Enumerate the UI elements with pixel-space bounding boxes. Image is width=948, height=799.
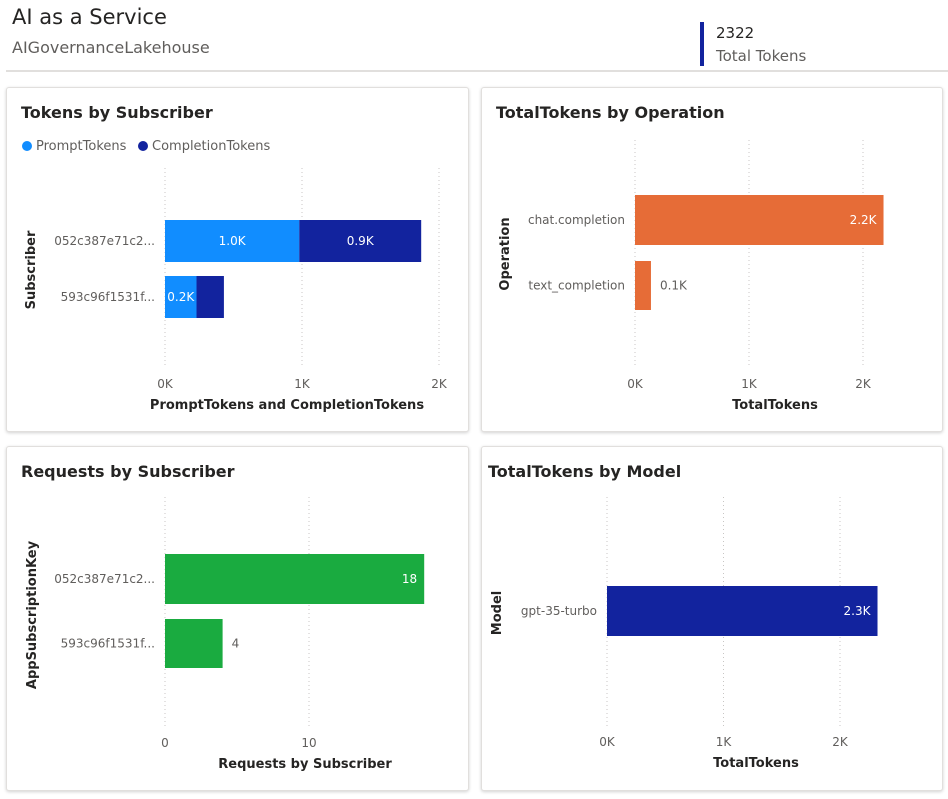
legend-marker-completion [138,141,148,151]
data-label: 18 [402,572,417,586]
x-axis-title: TotalTokens [713,756,799,771]
data-label: 2.2K [850,213,878,227]
legend-label[interactable]: CompletionTokens [152,139,270,154]
kpi-accent-bar [700,22,704,66]
chart-legend: PromptTokens CompletionTokens [22,139,270,154]
report-title: AI as a Service [12,5,167,29]
x-tick-label: 0 [161,736,169,750]
tick-labels: 0K 1K 2K [157,377,448,391]
x-tick-label: 0K [627,377,644,391]
data-label: 2.3K [844,604,872,618]
category-label: chat.completion [528,213,625,227]
category-label: text_completion [528,279,625,293]
data-label: 0.1K [660,279,688,293]
category-label: 593c96f1531f... [61,637,155,651]
category-label: 593c96f1531f... [61,290,155,304]
kpi-value: 2322 [716,24,755,42]
visual-totaltokens-by-model[interactable]: TotalTokens by Model 2.3K gpt-35-turbo 0… [481,446,943,791]
x-tick-label: 0K [157,377,174,391]
grid-lines [164,168,440,368]
report-subtitle: AIGovernanceLakehouse [12,38,210,57]
visual-tokens-by-subscriber[interactable]: Tokens by Subscriber PromptTokens Comple… [6,87,469,432]
category-labels: 052c387e71c2... 593c96f1531f... [54,234,155,304]
x-tick-label: 2K [431,377,448,391]
bar[interactable] [635,261,651,310]
y-axis-title: Model [490,591,505,635]
chart-title: Tokens by Subscriber [21,103,213,122]
category-label: 052c387e71c2... [54,234,155,248]
category-labels: gpt-35-turbo [521,604,597,618]
tick-labels: 0 10 [161,736,316,750]
category-label: gpt-35-turbo [521,604,597,618]
bar[interactable] [196,276,224,318]
data-label: 1.0K [219,234,247,248]
chart-svg: TotalTokens by Operation 2.2K 0.1K chat.c… [496,103,884,413]
legend-label[interactable]: PromptTokens [36,139,127,154]
chart-title: TotalTokens by Operation [496,103,725,122]
report-header: AI as a Service AIGovernanceLakehouse 23… [0,0,948,76]
x-tick-label: 0K [599,735,616,749]
chart-title: Requests by Subscriber [21,462,235,481]
header-divider [6,70,948,72]
chart-title: TotalTokens by Model [488,462,681,481]
data-label: 4 [232,637,240,651]
bar[interactable] [165,554,425,604]
category-labels: chat.completion text_completion [528,213,625,293]
x-tick-label: 1K [741,377,758,391]
legend-marker-prompt [22,141,32,151]
x-tick-label: 1K [716,735,733,749]
x-axis-title: Requests by Subscriber [218,757,392,772]
bars: 18 4 [165,554,425,668]
bars: 2.2K 0.1K [635,195,884,310]
tick-labels: 0K 1K 2K [599,735,849,749]
data-label: 0.9K [347,234,375,248]
y-axis-title: AppSubscriptionKey [25,540,40,689]
kpi-card-total-tokens[interactable]: 2322 Total Tokens [698,20,883,70]
bar[interactable] [165,619,223,668]
category-labels: 052c387e71c2... 593c96f1531f... [54,572,155,651]
tick-labels: 0K 1K 2K [627,377,872,391]
chart-svg: Tokens by Subscriber PromptTokens Comple… [21,103,448,413]
bar[interactable] [635,195,884,245]
grid-lines [634,140,864,368]
category-label: 052c387e71c2... [54,572,155,586]
x-axis-title: PromptTokens and CompletionTokens [150,398,424,413]
x-axis-title: TotalTokens [732,398,818,413]
y-axis-title: Operation [498,217,513,290]
visual-requests-by-subscriber[interactable]: Requests by Subscriber 18 4 052c387e71c2.… [6,446,469,791]
visual-totaltokens-by-operation[interactable]: TotalTokens by Operation 2.2K 0.1K chat.c… [481,87,943,432]
x-tick-label: 2K [855,377,872,391]
bars: 1.0K 0.9K 0.2K [165,220,422,318]
y-axis-title: Subscriber [24,230,39,309]
chart-svg: Requests by Subscriber 18 4 052c387e71c2.… [21,462,425,772]
kpi-label: Total Tokens [716,47,807,65]
x-tick-label: 1K [294,377,311,391]
bar[interactable] [607,586,878,636]
grid-lines [164,497,310,727]
bars: 2.3K [607,586,878,636]
chart-svg: TotalTokens by Model 2.3K gpt-35-turbo 0… [488,462,878,771]
data-label: 0.2K [167,290,195,304]
x-tick-label: 10 [301,736,316,750]
x-tick-label: 2K [832,735,849,749]
